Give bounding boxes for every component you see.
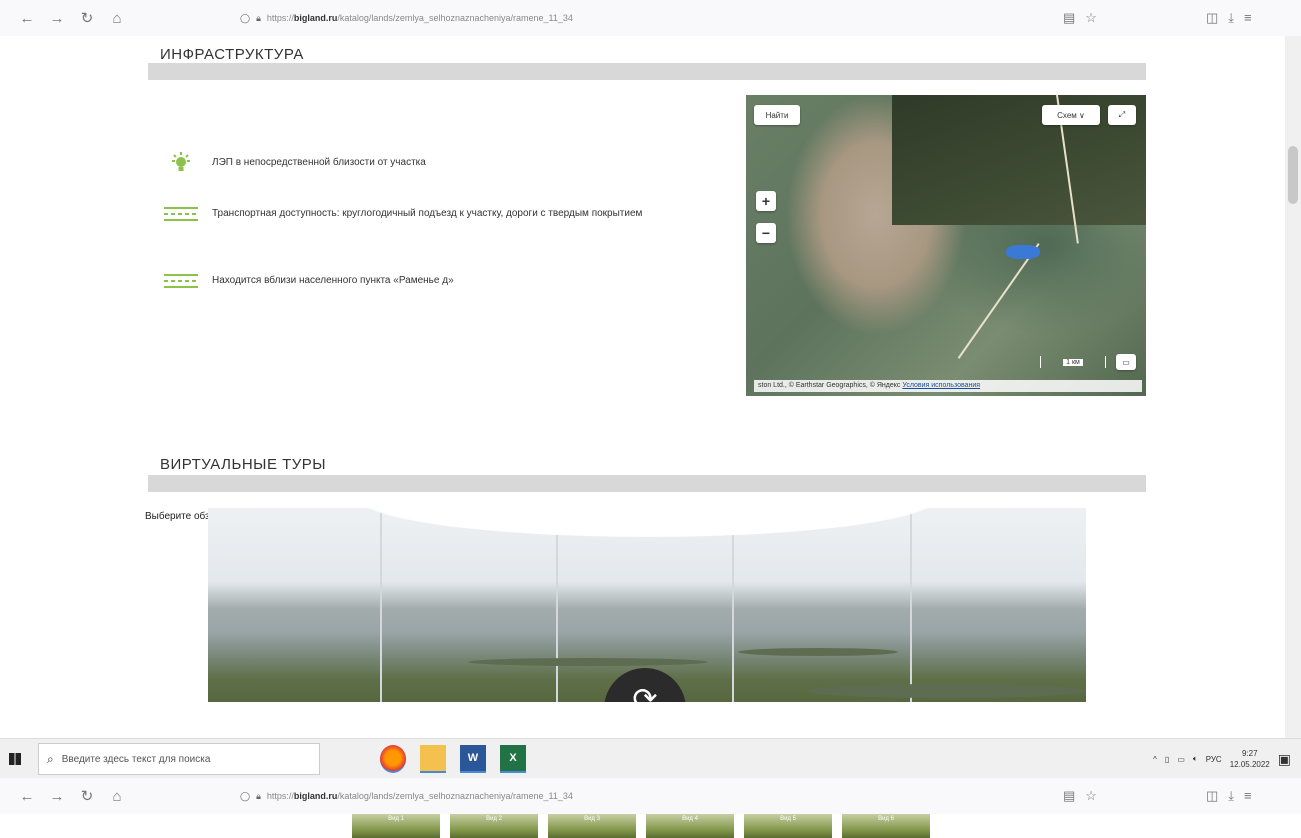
url-prefix: https:// [266, 791, 294, 801]
url-bar[interactable]: ◯ 🔒︎ https://bigland.ru/katalog/lands/ze… [240, 783, 1070, 809]
url-host: bigland.ru [293, 13, 338, 23]
shield-icon: ◯ [240, 12, 251, 23]
map-lake [1006, 245, 1040, 259]
map-layers-button[interactable]: Схем ∨ [1042, 105, 1100, 125]
windows-taskbar: ⌕ Введите здесь текст для поиска W X ^ ▯… [0, 738, 1301, 779]
menu-icon[interactable]: ≡ [1244, 788, 1252, 804]
map-road [957, 243, 1040, 359]
language-indicator[interactable]: РУС [1206, 755, 1222, 764]
url-host: bigland.ru [293, 791, 338, 801]
zoom-in-button[interactable]: + [756, 191, 776, 211]
file-explorer-icon[interactable] [420, 745, 446, 773]
pocket-icon[interactable]: ◫ [1206, 10, 1218, 26]
lightbulb-icon [164, 152, 198, 174]
page-scrollbar[interactable] [1285, 36, 1301, 738]
infra-item-label: Находится вблизи населенного пункта «Рам… [212, 275, 454, 286]
browser-toolbar-lower: ← → ↻ ⌂ ◯ 🔒︎ https://bigland.ru/katalog/… [0, 778, 1301, 814]
pano-island [468, 658, 708, 666]
shield-icon: ◯ [240, 790, 251, 801]
chevron-up-icon[interactable]: ^ [1153, 755, 1157, 764]
virtual-tours-title-bar [148, 475, 1146, 492]
browser-toolbar: ← → ↻ ⌂ ◯ 🔒︎ https://bigland.ru/katalog/… [0, 0, 1301, 36]
tour-thumbnail[interactable]: Вид 6 [842, 814, 930, 838]
infra-item-label: Транспортная доступность: круглогодичный… [212, 208, 643, 219]
tour-thumbnail[interactable]: Вид 5 [744, 814, 832, 838]
tour-thumbnail[interactable]: Вид 1 [352, 814, 440, 838]
tour-thumbnail[interactable]: Вид 2 [450, 814, 538, 838]
map-credit: ston Ltd., © Earthstar Geographics, © Ян… [754, 380, 1142, 392]
infra-item-label: ЛЭП в непосредственной близости от участ… [212, 157, 426, 168]
tour-thumbnails: Вид 1 Вид 2 Вид 3 Вид 4 Вид 5 Вид 6 [352, 814, 930, 838]
volume-icon[interactable]: 🔈︎ [1193, 754, 1198, 764]
firefox-icon[interactable] [380, 745, 406, 773]
search-icon: ⌕ [47, 751, 54, 766]
back-icon[interactable]: ← [16, 785, 38, 807]
infra-item-power: ЛЭП в непосредственной близости от участ… [164, 152, 426, 174]
system-tray: ^ ▯ ▭ 🔈︎ РУС 9:27 12.05.2022 ▣ [1153, 739, 1291, 779]
tour-thumbnail[interactable]: Вид 3 [548, 814, 636, 838]
scrollbar-thumb[interactable] [1288, 146, 1298, 204]
zoom-out-button[interactable]: − [756, 223, 776, 243]
virtual-tour-panorama[interactable]: ⟳ [208, 508, 1086, 702]
downloads-icon[interactable]: ⤓ [1228, 10, 1234, 26]
forward-icon[interactable]: → [46, 785, 68, 807]
map-scale-label: 1 км [1063, 358, 1083, 366]
map-scale: 1 км [1040, 356, 1106, 368]
taskbar-search-input[interactable]: ⌕ Введите здесь текст для поиска [38, 743, 320, 775]
virtual-tours-title: ВИРТУАЛЬНЫЕ ТУРЫ [160, 456, 327, 473]
forward-icon[interactable]: → [46, 7, 68, 29]
url-path: /katalog/lands/zemlya_selhoznaznacheniya… [337, 791, 573, 801]
url-path: /katalog/lands/zemlya_selhoznaznacheniya… [337, 13, 573, 23]
pano-island [738, 648, 898, 656]
word-icon[interactable]: W [460, 745, 486, 773]
infra-item-transport: Транспортная доступность: круглогодичный… [164, 207, 724, 221]
map-terms-link[interactable]: Условия использования [902, 382, 980, 389]
road-icon [164, 207, 198, 221]
bookmark-star-icon[interactable]: ☆ [1085, 10, 1097, 26]
menu-icon[interactable]: ≡ [1244, 10, 1252, 26]
home-icon[interactable]: ⌂ [106, 785, 128, 807]
clock-date: 12.05.2022 [1229, 760, 1270, 769]
reload-icon[interactable]: ↻ [76, 7, 98, 29]
windows-start-icon[interactable] [0, 739, 30, 779]
reader-view-icon[interactable]: ▤ [1063, 788, 1075, 804]
lock-icon: 🔒︎ [256, 790, 261, 801]
notifications-icon[interactable]: ▣ [1278, 751, 1291, 768]
pocket-icon[interactable]: ◫ [1206, 788, 1218, 804]
infrastructure-title-bar [148, 63, 1146, 80]
taskbar-search-placeholder: Введите здесь текст для поиска [61, 753, 211, 765]
home-icon[interactable]: ⌂ [106, 7, 128, 29]
reload-icon[interactable]: ↻ [76, 785, 98, 807]
expand-icon[interactable]: ⤢ [1108, 105, 1136, 125]
infra-item-settlement: Находится вблизи населенного пункта «Рам… [164, 274, 454, 288]
page-content: ИНФРАСТРУКТУРА ЛЭП в непосредственной бл… [0, 36, 1285, 738]
excel-icon[interactable]: X [500, 745, 526, 773]
url-prefix: https:// [266, 13, 294, 23]
url-bar[interactable]: ◯ 🔒︎ https://bigland.ru/katalog/lands/ze… [240, 5, 1070, 31]
map-find-button[interactable]: Найти [754, 105, 800, 125]
network-icon[interactable]: ▭ [1177, 755, 1185, 764]
infrastructure-title: ИНФРАСТРУКТУРА [160, 46, 304, 63]
clock[interactable]: 9:27 12.05.2022 [1230, 748, 1270, 770]
battery-icon[interactable]: ▯ [1165, 755, 1169, 764]
reader-view-icon[interactable]: ▤ [1063, 10, 1075, 26]
lock-icon: 🔒︎ [256, 12, 261, 23]
tour-thumbnail[interactable]: Вид 4 [646, 814, 734, 838]
clock-time: 9:27 [1241, 749, 1258, 758]
back-icon[interactable]: ← [16, 7, 38, 29]
road-icon [164, 274, 198, 288]
bookmark-star-icon[interactable]: ☆ [1085, 788, 1097, 804]
downloads-icon[interactable]: ⤓ [1228, 788, 1234, 804]
pano-island [808, 684, 1086, 698]
ruler-icon[interactable]: ▭ [1116, 354, 1136, 370]
satellite-map[interactable]: Найти Схем ∨ ⤢ + − 1 км ▭ ston Ltd., © E… [746, 95, 1146, 396]
map-credit-text: ston Ltd., © Earthstar Geographics, © Ян… [758, 382, 901, 389]
